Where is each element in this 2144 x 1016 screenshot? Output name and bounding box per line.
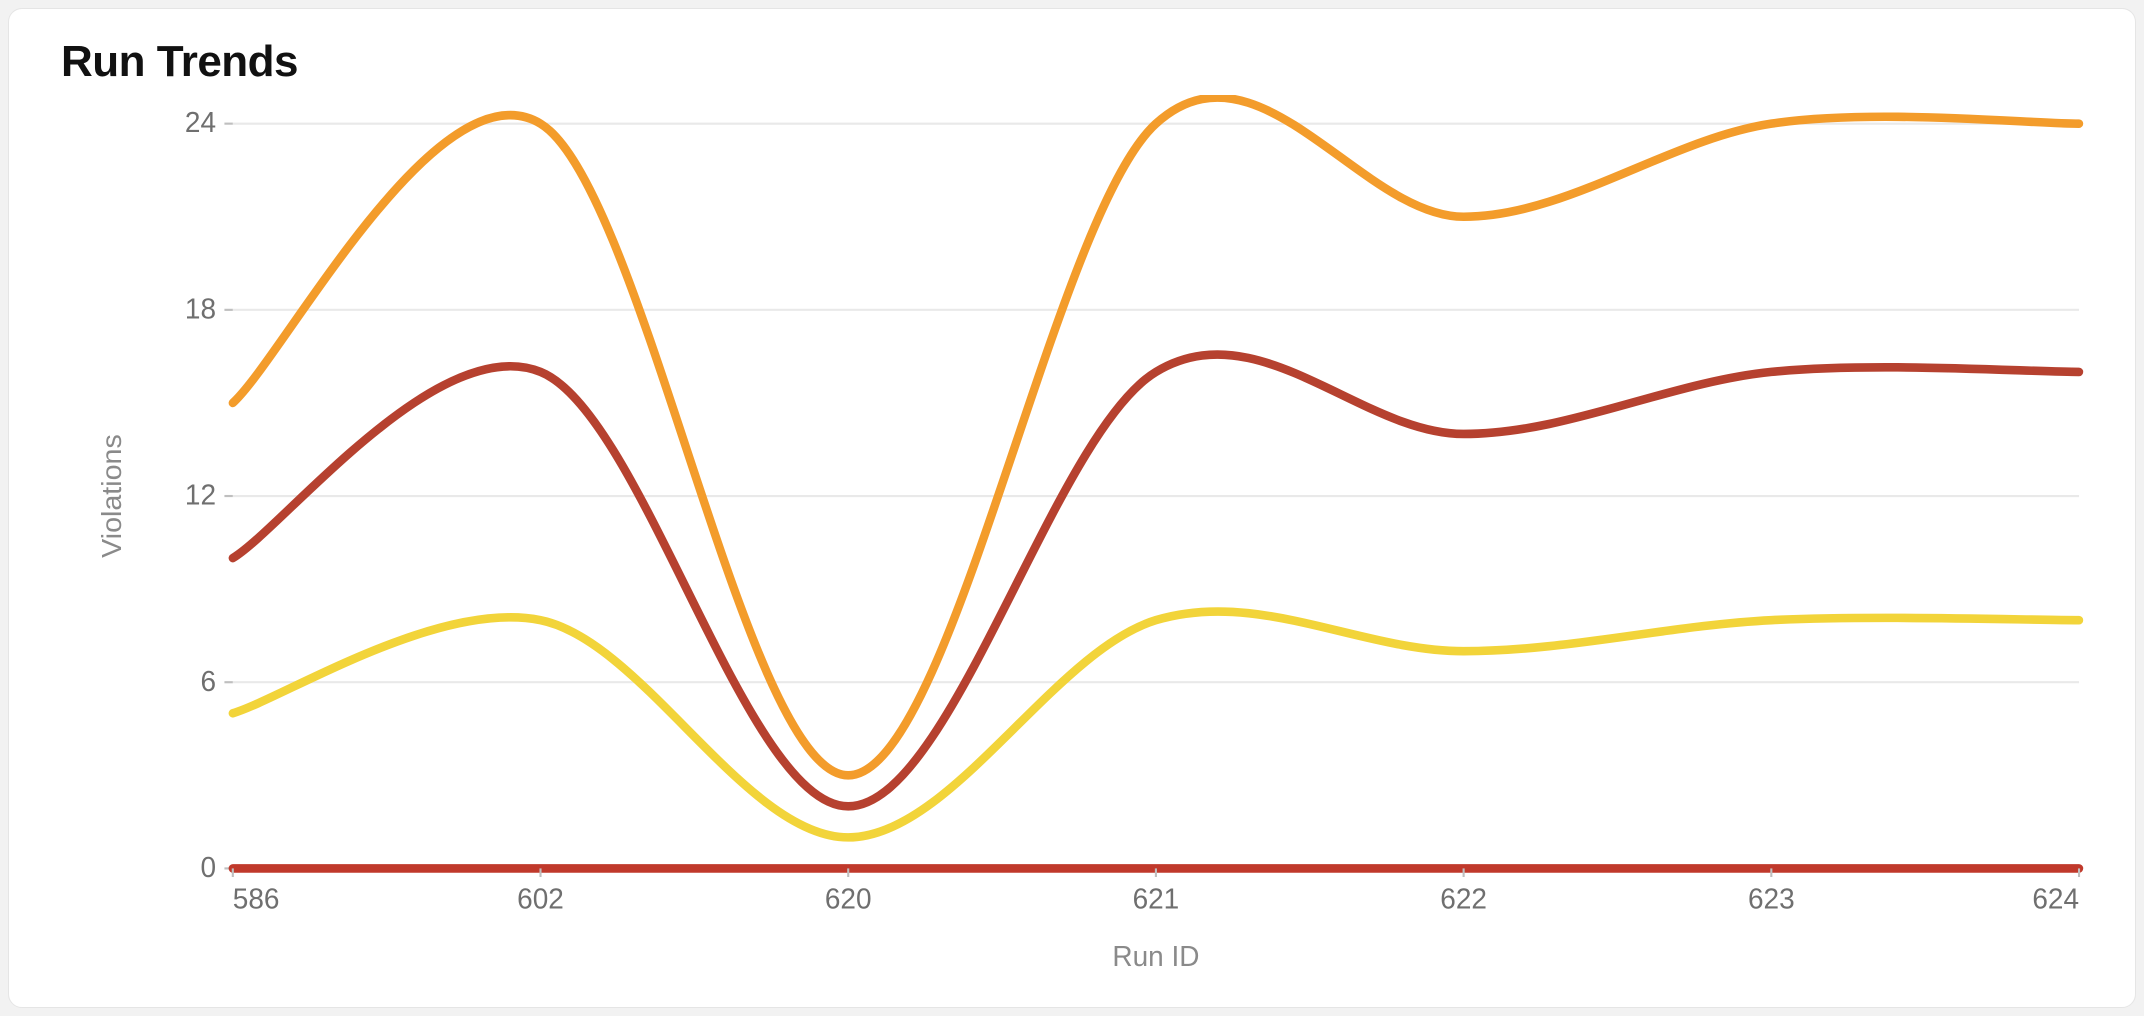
series-serious (233, 98, 2079, 776)
x-tick-label: 623 (1748, 882, 1795, 914)
run-trends-chart: 0 6 12 18 24 586 602 620 621 622 623 624 Run ID Viola… (37, 95, 2107, 983)
x-tick-label: 586 (233, 882, 280, 914)
x-axis-label: Run ID (1112, 940, 1199, 972)
y-tick-label: 12 (185, 478, 216, 510)
x-tick-label: 621 (1133, 882, 1180, 914)
y-tick-label: 24 (185, 106, 216, 138)
x-tick-label: 620 (825, 882, 872, 914)
series-minor (233, 611, 2079, 837)
y-tick-label: 6 (200, 665, 216, 697)
x-tick-label: 622 (1440, 882, 1487, 914)
x-tick-label: 602 (517, 882, 564, 914)
chart-area: 0 6 12 18 24 586 602 620 621 622 623 624 Run ID Viola… (37, 95, 2107, 983)
card-title: Run Trends (61, 37, 2107, 87)
y-tick-label: 18 (185, 292, 216, 324)
series-moderate (233, 355, 2079, 807)
run-trends-card: Run Trends 0 6 12 18 24 586 602 620 621 622 623 624… (8, 8, 2136, 1008)
y-tick-label: 0 (200, 851, 216, 883)
x-tick-label: 624 (2032, 882, 2079, 914)
y-axis-label: Violations (95, 434, 127, 558)
